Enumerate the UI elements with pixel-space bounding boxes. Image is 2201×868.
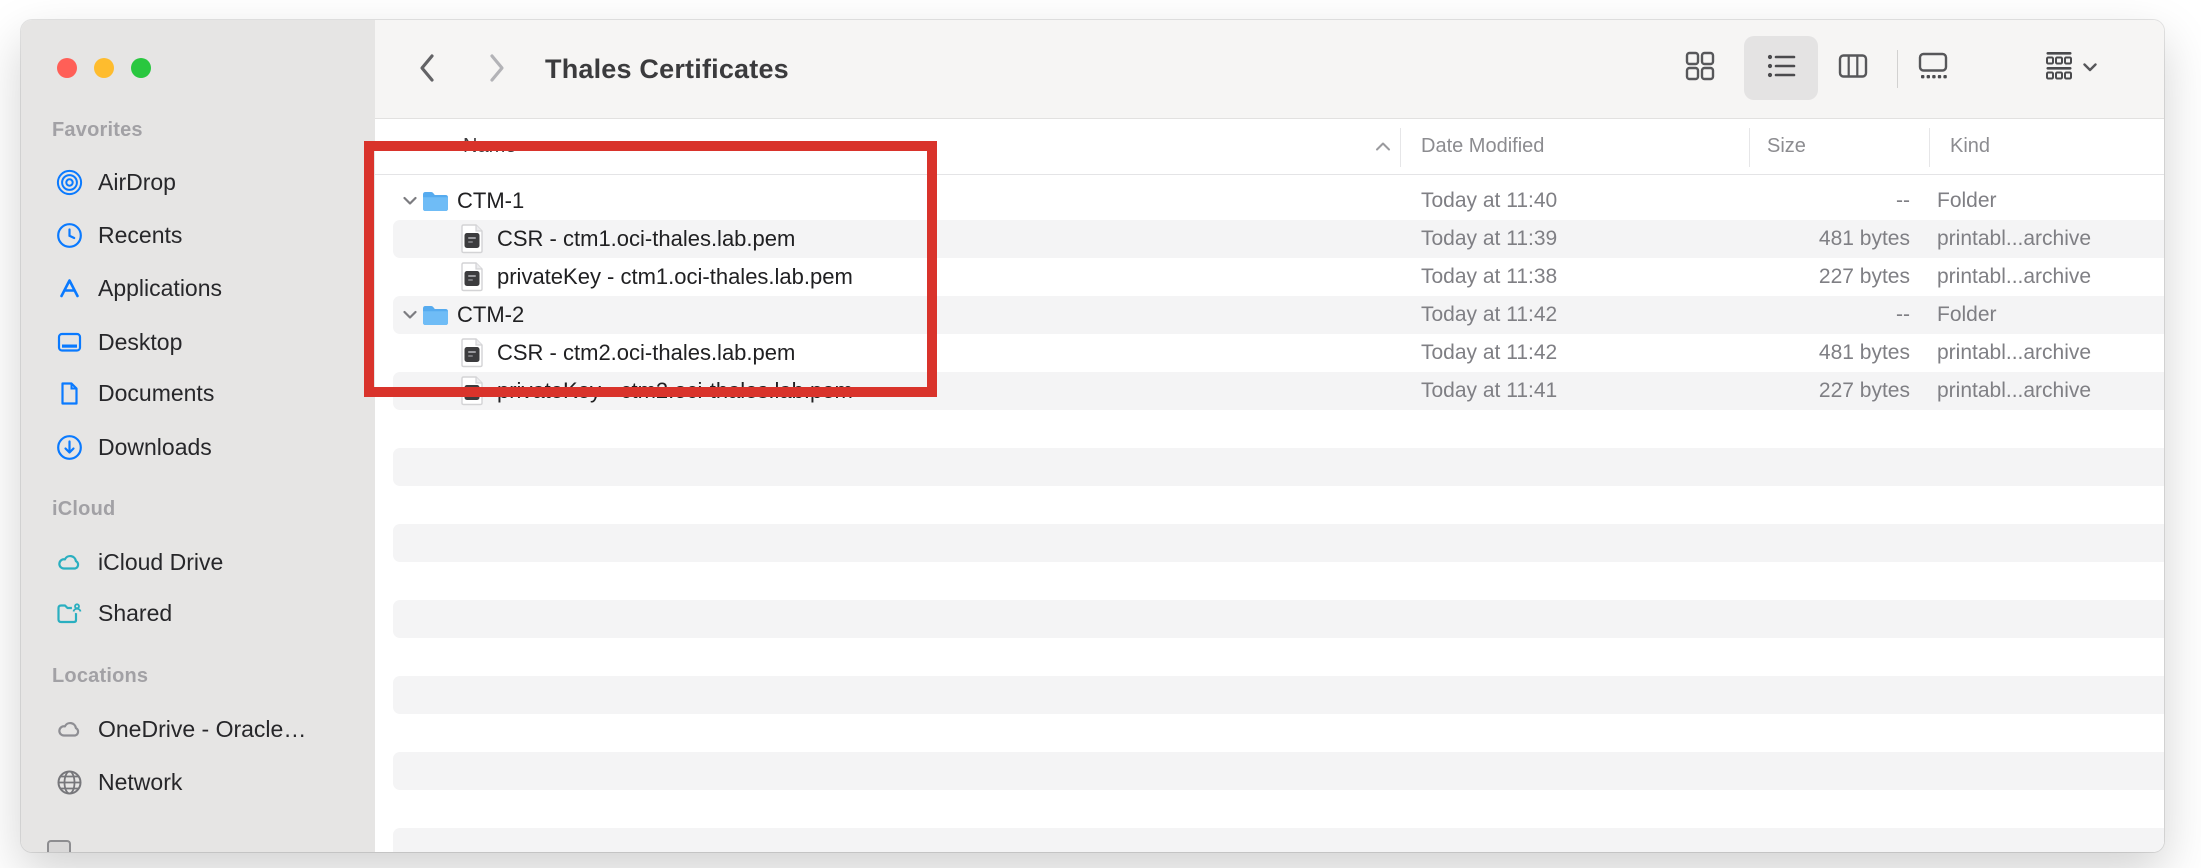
row-stripe xyxy=(393,524,2164,562)
icon-view-button[interactable] xyxy=(1668,36,1732,100)
file-kind: printabl...archive xyxy=(1937,258,2091,296)
sidebar-item-label: Shared xyxy=(98,600,172,627)
file-size: 227 bytes xyxy=(1695,258,1910,296)
row-stripe xyxy=(393,828,2164,852)
sidebar-item-downloads[interactable]: Downloads xyxy=(41,424,363,470)
partial-sidebar-item xyxy=(47,840,71,852)
toolbar-divider xyxy=(1897,50,1898,88)
sidebar-item-applications[interactable]: Applications xyxy=(41,265,363,311)
sidebar-item-label: OneDrive - Oracle… xyxy=(98,716,306,743)
sidebar-item-label: iCloud Drive xyxy=(98,549,223,576)
sidebar-item-shared[interactable]: Shared xyxy=(41,590,363,636)
file-kind: printabl...archive xyxy=(1937,372,2091,410)
gallery-view-button[interactable] xyxy=(1902,36,1966,100)
date-modified: Today at 11:42 xyxy=(1421,334,1557,372)
zoom-button[interactable] xyxy=(131,58,151,78)
network-globe-icon xyxy=(56,769,83,796)
list-view-button[interactable] xyxy=(1744,36,1818,100)
date-modified: Today at 11:38 xyxy=(1421,258,1557,296)
date-modified: Today at 11:42 xyxy=(1421,296,1557,334)
close-button[interactable] xyxy=(57,58,77,78)
chevron-down-icon xyxy=(2083,59,2097,77)
window-title: Thales Certificates xyxy=(545,20,789,118)
icloud-drive-icon xyxy=(56,549,83,576)
sidebar-item-desktop[interactable]: Desktop xyxy=(41,319,363,365)
shared-folder-icon xyxy=(56,600,83,627)
toolbar: Thales Certificates xyxy=(375,20,2164,119)
file-kind: Folder xyxy=(1937,296,1997,334)
forward-button[interactable] xyxy=(475,46,519,90)
file-size: 227 bytes xyxy=(1695,372,1910,410)
file-size: 481 bytes xyxy=(1695,220,1910,258)
sidebar-item-airdrop[interactable]: AirDrop xyxy=(41,159,363,205)
icon-view-icon xyxy=(1685,51,1715,86)
row-stripe xyxy=(393,676,2164,714)
row-stripe xyxy=(393,448,2164,486)
file-size: -- xyxy=(1695,182,1910,220)
sidebar-section-label: iCloud xyxy=(52,495,115,523)
sidebar-item-onedrive-oracle[interactable]: OneDrive - Oracle… xyxy=(41,706,363,752)
onedrive-cloud-icon xyxy=(56,716,83,743)
list-view-icon xyxy=(1766,51,1796,86)
downloads-icon xyxy=(56,434,83,461)
group-by-button[interactable] xyxy=(2038,36,2102,100)
sort-ascending-icon xyxy=(1375,119,1391,174)
finder-window: Favorites AirDrop Recents Applications Deskt… xyxy=(21,20,2164,852)
column-size[interactable]: Size xyxy=(1767,119,1806,174)
documents-icon xyxy=(56,380,83,407)
file-kind: printabl...archive xyxy=(1937,220,2091,258)
share-button[interactable] xyxy=(2160,36,2164,100)
annotation-highlight-box xyxy=(364,141,937,397)
chevron-right-icon xyxy=(488,53,506,83)
date-modified: Today at 11:41 xyxy=(1421,372,1557,410)
sidebar-item-label: AirDrop xyxy=(98,169,176,196)
column-view-icon xyxy=(1838,51,1868,86)
row-stripe xyxy=(393,752,2164,790)
minimize-button[interactable] xyxy=(94,58,114,78)
desktop-icon xyxy=(56,329,83,356)
file-size: -- xyxy=(1695,296,1910,334)
sidebar-item-recents[interactable]: Recents xyxy=(41,212,363,258)
file-size: 481 bytes xyxy=(1695,334,1910,372)
gallery-view-icon xyxy=(1918,51,1950,86)
date-modified: Today at 11:39 xyxy=(1421,220,1557,258)
sidebar: Favorites AirDrop Recents Applications Deskt… xyxy=(21,20,376,852)
sidebar-item-documents[interactable]: Documents xyxy=(41,370,363,416)
column-divider xyxy=(1749,128,1750,167)
sidebar-section-label: Locations xyxy=(52,662,148,690)
column-date-modified[interactable]: Date Modified xyxy=(1421,119,1544,174)
back-button[interactable] xyxy=(405,46,449,90)
date-modified: Today at 11:40 xyxy=(1421,182,1557,220)
row-stripe xyxy=(393,600,2164,638)
column-divider xyxy=(1400,128,1401,167)
applications-icon xyxy=(56,275,83,302)
file-kind: Folder xyxy=(1937,182,1997,220)
column-divider xyxy=(1929,128,1930,167)
sidebar-item-label: Downloads xyxy=(98,434,212,461)
chevron-left-icon xyxy=(418,53,436,83)
sidebar-item-label: Desktop xyxy=(98,329,182,356)
sidebar-section-label: Favorites xyxy=(52,116,143,144)
sidebar-item-label: Recents xyxy=(98,222,182,249)
group-by-icon xyxy=(2044,50,2074,86)
sidebar-item-icloud-drive[interactable]: iCloud Drive xyxy=(41,539,363,585)
traffic-lights xyxy=(57,58,151,78)
sidebar-item-label: Network xyxy=(98,769,182,796)
sidebar-item-label: Applications xyxy=(98,275,222,302)
sidebar-item-label: Documents xyxy=(98,380,214,407)
recents-icon xyxy=(56,222,83,249)
sidebar-item-network[interactable]: Network xyxy=(41,759,363,805)
column-view-button[interactable] xyxy=(1821,36,1885,100)
airdrop-icon xyxy=(56,169,83,196)
file-kind: printabl...archive xyxy=(1937,334,2091,372)
column-kind[interactable]: Kind xyxy=(1950,119,1990,174)
